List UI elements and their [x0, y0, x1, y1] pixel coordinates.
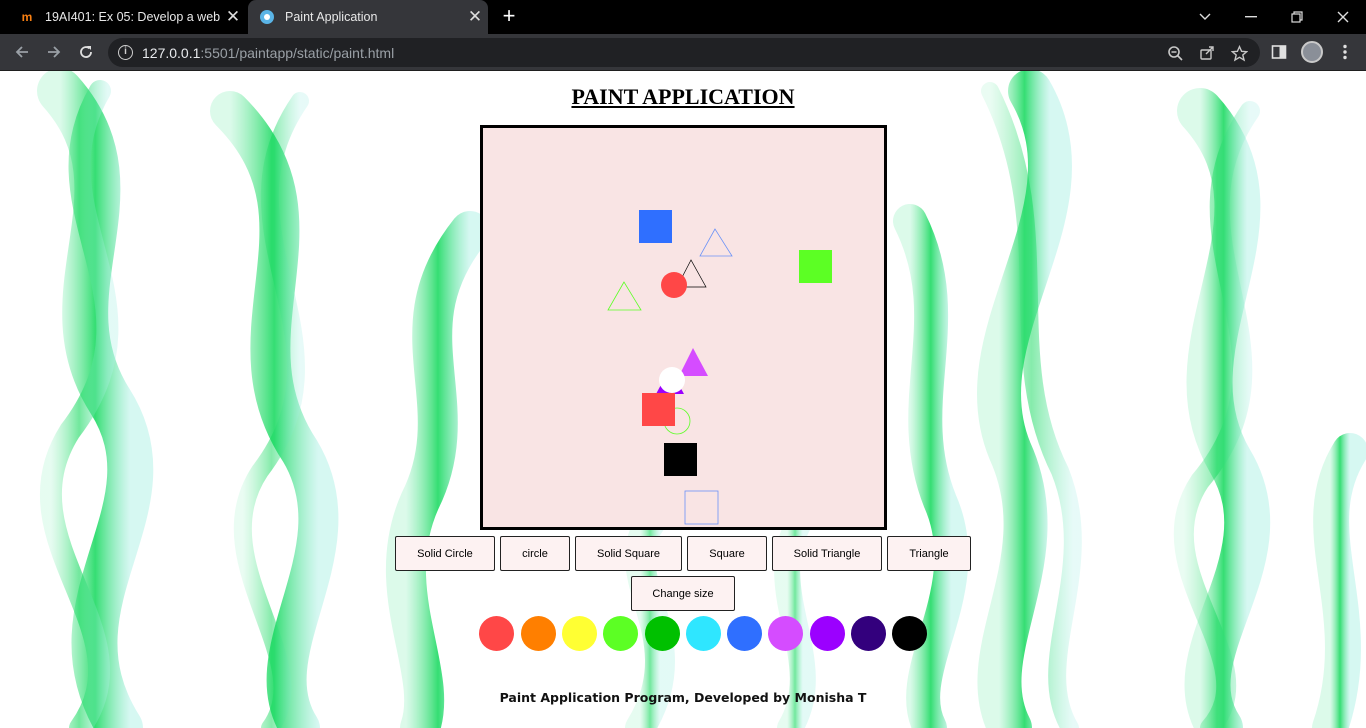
canvas-shape-triangle — [679, 348, 708, 376]
color-swatch[interactable] — [727, 616, 763, 651]
moodle-icon: m — [21, 10, 33, 24]
color-swatch[interactable] — [603, 616, 639, 651]
url-text: 127.0.0.1:5501/paintapp/static/paint.htm… — [142, 45, 395, 61]
color-swatch[interactable] — [438, 616, 473, 651]
tab-search-icon[interactable] — [1182, 0, 1228, 34]
change-size-button[interactable]: Change size — [631, 576, 735, 611]
page-title: PAINT APPLICATION — [571, 84, 795, 109]
profile-avatar[interactable] — [1300, 40, 1324, 64]
site-info-icon[interactable]: i — [118, 45, 133, 60]
canvas-shape-square — [664, 443, 697, 476]
forward-icon[interactable] — [40, 39, 68, 65]
close-tab-icon[interactable]: ✕ — [220, 7, 246, 27]
close-window-icon[interactable] — [1320, 0, 1366, 34]
tab-title: 19AI401: Ex 05: Develop a webpage — [45, 10, 220, 24]
canvas-shape-triangle — [607, 281, 642, 311]
minimize-icon[interactable] — [1228, 0, 1274, 34]
color-swatch[interactable] — [561, 616, 597, 651]
app-icon — [258, 9, 276, 25]
close-tab-icon[interactable]: ✕ — [462, 7, 488, 27]
footer-credit: Paint Application Program, Developed by … — [499, 690, 867, 705]
canvas-shape-square — [642, 393, 675, 426]
canvas-shape-circle — [659, 367, 685, 393]
tab-strip: m 19AI401: Ex 05: Develop a webpage ✕ Pa… — [0, 0, 1366, 34]
color-swatch[interactable] — [520, 616, 556, 651]
page-content: PAINT APPLICATION Solid Circle circle So… — [0, 71, 1366, 728]
solid-triangle-button[interactable]: Solid Triangle — [772, 536, 882, 571]
color-swatch[interactable] — [685, 616, 721, 651]
color-swatch[interactable] — [809, 616, 845, 651]
new-tab-icon[interactable]: + — [498, 4, 520, 30]
share-icon[interactable] — [1198, 44, 1216, 62]
canvas-shape-triangle — [699, 228, 733, 257]
color-swatch[interactable] — [851, 616, 886, 651]
zoom-icon[interactable] — [1166, 44, 1184, 62]
back-icon[interactable] — [8, 39, 36, 65]
restore-icon[interactable] — [1274, 0, 1320, 34]
solid-square-button[interactable]: Solid Square — [575, 536, 682, 571]
canvas-shape-square — [684, 490, 719, 525]
reload-icon[interactable] — [72, 39, 100, 65]
solid-circle-button[interactable]: Solid Circle — [395, 536, 495, 571]
triangle-button[interactable]: Triangle — [887, 536, 971, 571]
canvas-shape-circle — [661, 272, 687, 298]
bookmark-star-icon[interactable] — [1230, 44, 1248, 62]
canvas-shape-square — [639, 210, 672, 243]
menu-dots-icon[interactable] — [1333, 40, 1357, 64]
side-panel-icon[interactable] — [1267, 40, 1291, 64]
browser-toolbar: i 127.0.0.1:5501/paintapp/static/paint.h… — [0, 34, 1366, 71]
circle-button[interactable]: circle — [500, 536, 570, 571]
tab-paint-application[interactable]: Paint Application ✕ — [248, 0, 488, 34]
tab-moodle[interactable]: m 19AI401: Ex 05: Develop a webpage ✕ — [8, 0, 246, 34]
canvas-shape-square — [799, 250, 832, 283]
tab-title: Paint Application — [285, 10, 378, 24]
color-swatch[interactable] — [644, 616, 680, 651]
address-bar[interactable]: i 127.0.0.1:5501/paintapp/static/paint.h… — [108, 38, 1260, 67]
square-button[interactable]: Square — [687, 536, 767, 571]
drawing-canvas[interactable] — [480, 125, 887, 530]
